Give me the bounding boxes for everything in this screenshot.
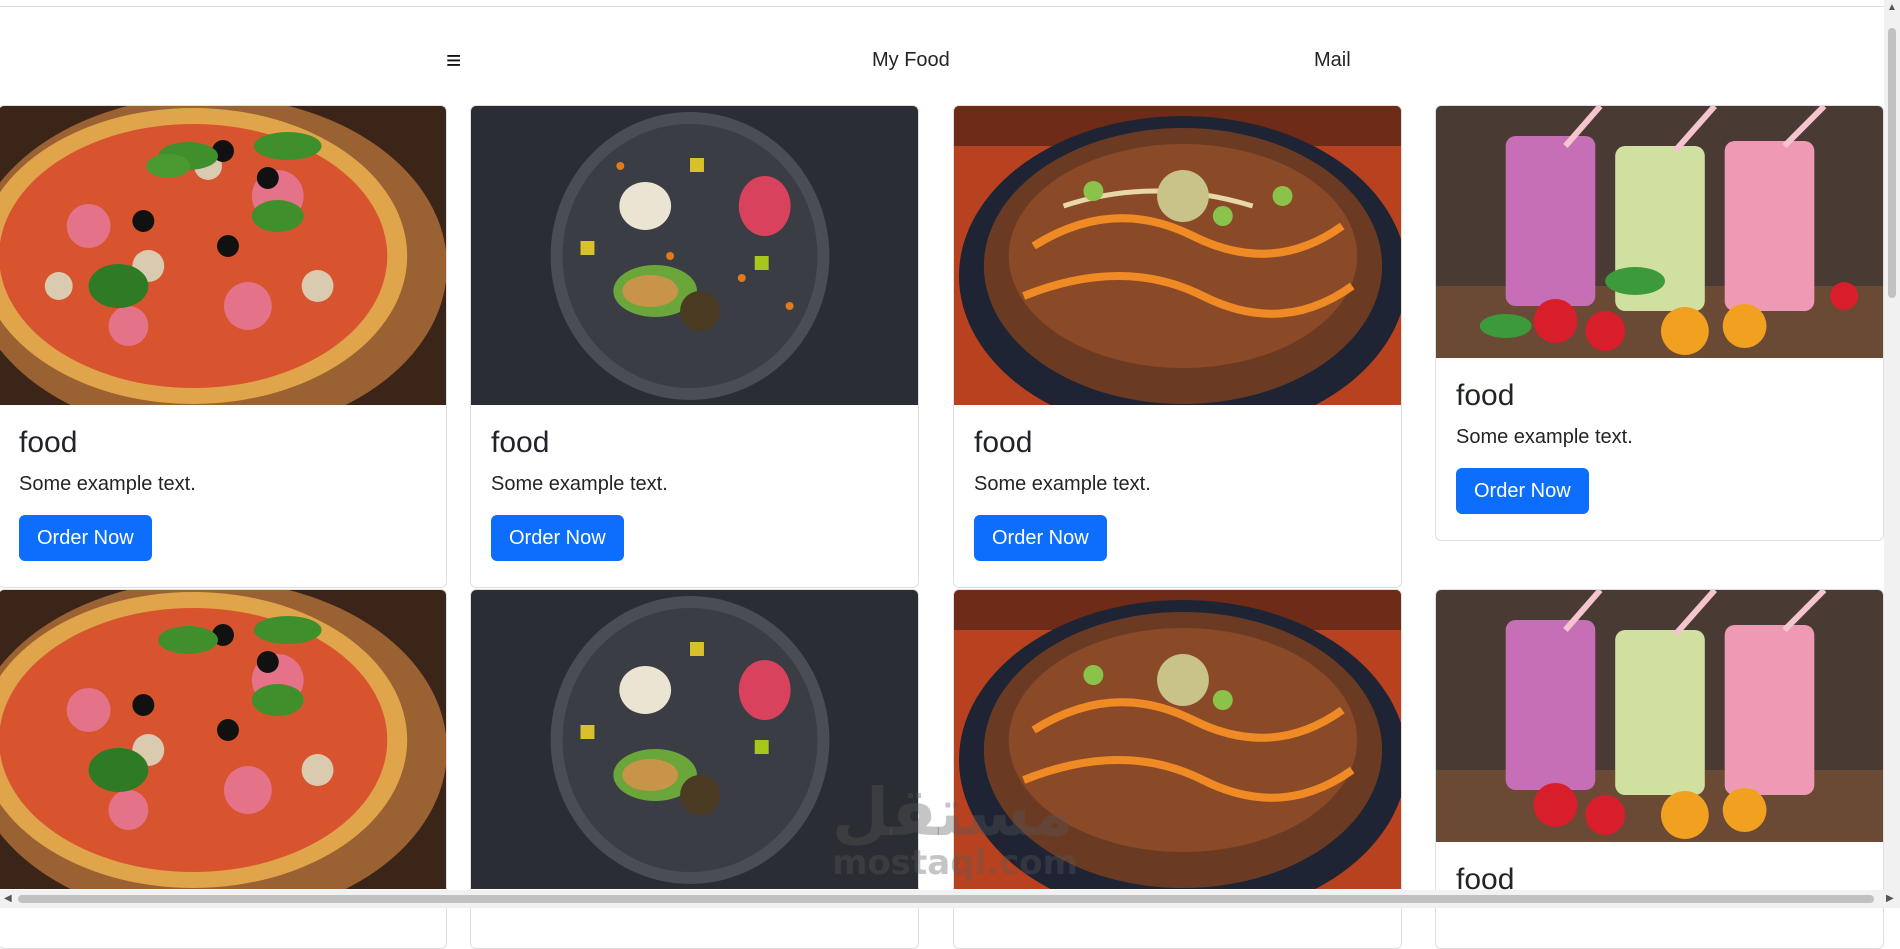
scroll-left-icon[interactable]: ◀ — [4, 893, 12, 904]
scroll-right-icon[interactable]: ▶ — [1886, 893, 1894, 904]
plated-dish-image — [471, 590, 918, 889]
horizontal-scroll-thumb[interactable] — [18, 895, 1874, 903]
pizza-image — [0, 590, 446, 889]
nav-link-my-food[interactable]: My Food — [872, 49, 950, 72]
order-now-button[interactable]: Order Now — [491, 515, 624, 561]
card-title: food — [974, 426, 1033, 459]
food-card: food Some example text. Order Now — [0, 105, 447, 588]
order-now-button[interactable]: Order Now — [19, 515, 152, 561]
pizza-image — [0, 106, 446, 405]
food-card: food Some example text. Order Now — [953, 105, 1402, 588]
order-now-button[interactable]: Order Now — [974, 515, 1107, 561]
smoothies-image — [1436, 106, 1883, 358]
card-body: food Some example text. Order Now — [0, 426, 446, 561]
food-card: food Some example text. Order Now — [1435, 105, 1884, 541]
vertical-scroll-thumb[interactable] — [1888, 28, 1896, 298]
card-text: Some example text. — [1456, 426, 1633, 448]
card-text: Some example text. — [974, 473, 1151, 495]
smoothies-image — [1436, 590, 1883, 842]
food-card: food Some example text. Order Now — [470, 105, 919, 588]
beef-stir-fry-image — [954, 590, 1401, 889]
horizontal-scrollbar[interactable]: ◀ ▶ — [0, 890, 1900, 908]
order-now-button[interactable]: Order Now — [1456, 468, 1589, 514]
nav-link-mail[interactable]: Mail — [1314, 49, 1351, 72]
card-title: food — [1456, 379, 1515, 412]
vertical-scrollbar[interactable]: ▲ — [1884, 0, 1900, 890]
scroll-up-icon[interactable]: ▲ — [1887, 2, 1897, 13]
card-body: food Some example text. Order Now — [954, 426, 1401, 561]
card-text: Some example text. — [491, 473, 668, 495]
plated-dish-image — [471, 106, 918, 405]
beef-stir-fry-image — [954, 106, 1401, 405]
card-title: food — [491, 426, 550, 459]
card-text: Some example text. — [19, 473, 196, 495]
card-body: food Some example text. Order Now — [471, 426, 918, 561]
navbar: ≡ My Food Mail — [0, 7, 1884, 103]
card-body: food Some example text. Order Now — [1436, 379, 1883, 514]
card-title: food — [19, 426, 78, 459]
hamburger-icon[interactable]: ≡ — [446, 47, 461, 73]
